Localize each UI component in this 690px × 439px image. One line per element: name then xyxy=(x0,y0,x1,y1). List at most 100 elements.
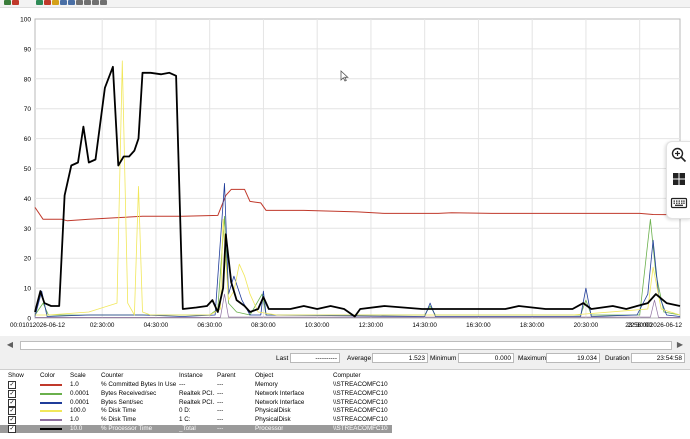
y-tick-label: 80 xyxy=(24,76,32,83)
computer-cell: \\STREACOMFC10 xyxy=(333,381,388,388)
column-header-object[interactable]: Object xyxy=(255,372,273,379)
chart-svg: 010203040506070809010000:01012026-06-12 0… xyxy=(10,17,682,330)
minimum-value: 0.000 xyxy=(458,353,514,363)
counter-cell: % Disk Time xyxy=(101,407,136,415)
parent-cell: --- xyxy=(217,381,224,388)
delete-counter-icon[interactable] xyxy=(44,0,51,5)
parent-cell: --- xyxy=(217,389,224,397)
freeze-display-icon[interactable] xyxy=(92,0,99,5)
y-tick-label: 30 xyxy=(24,226,32,233)
show-checkbox[interactable]: ✓ xyxy=(8,425,16,433)
column-header-counter[interactable]: Counter xyxy=(101,372,123,379)
y-tick-label: 50 xyxy=(24,166,32,173)
average-value: 1.523 xyxy=(372,353,428,363)
time-range-scrollbar[interactable]: ◀ ▶ xyxy=(6,340,684,350)
object-cell: PhysicalDisk xyxy=(255,407,291,415)
column-header-scale[interactable]: Scale xyxy=(70,372,86,379)
paste-counter-list-icon[interactable] xyxy=(68,0,75,5)
x-tick-label: 08:30:00 xyxy=(251,322,276,329)
series-color-swatch xyxy=(40,384,62,386)
properties-icon[interactable] xyxy=(76,0,83,5)
statistics-bar: Last ---------- Average 1.523 Minimum 0.… xyxy=(0,352,690,366)
duration-value: 23:54:58 xyxy=(631,353,685,363)
instance-cell: --- xyxy=(179,381,186,388)
view-current-activity-icon[interactable] xyxy=(4,0,11,5)
x-tick-label: 02:30:00 xyxy=(90,322,115,329)
legend-row[interactable]: ✓ 1.0 % Disk Time 1 C: --- PhysicalDisk \\STRE… xyxy=(0,416,392,425)
y-tick-label: 20 xyxy=(24,256,32,263)
maximum-label: Maximum xyxy=(518,355,547,362)
instance-cell: _Total xyxy=(179,425,196,432)
legend-row[interactable]: ✓ 0.0001 Bytes Sent/sec Realtek PCI... --- Ne… xyxy=(0,398,392,407)
maximum-value: 19.034 xyxy=(546,353,600,363)
x-tick-label: 06:30:00 xyxy=(197,322,222,329)
series-color-swatch xyxy=(40,392,62,395)
x-tick-label: 00:01012026-06-12 xyxy=(10,322,65,329)
zoom-icon[interactable] xyxy=(84,0,91,5)
show-checkbox[interactable]: ✓ xyxy=(8,389,16,398)
performance-graph[interactable]: 0 10 20 30 40 50 60 70 80 90 100 00:01012026-06-12 0… xyxy=(0,8,690,336)
show-checkbox[interactable]: ✓ xyxy=(8,416,16,425)
scrollbar-thumb[interactable] xyxy=(20,341,672,350)
change-graph-type-icon[interactable] xyxy=(12,0,19,5)
y-tick-label: 100 xyxy=(20,17,31,24)
parent-cell: --- xyxy=(217,416,224,424)
counter-legend-table: Show Color Scale Counter Instance Parent… xyxy=(0,369,690,439)
highlight-icon[interactable] xyxy=(52,0,59,5)
series-color-swatch xyxy=(40,419,62,422)
series-color-swatch xyxy=(40,428,62,430)
scale-cell: 10.0 xyxy=(70,425,83,432)
scroll-right-icon[interactable]: ▶ xyxy=(676,340,684,350)
counter-cell: % Disk Time xyxy=(101,416,136,424)
parent-cell: --- xyxy=(217,425,224,432)
add-counter-icon[interactable] xyxy=(36,0,43,5)
scale-cell: 0.0001 xyxy=(70,398,90,406)
scale-cell: 0.0001 xyxy=(70,389,90,397)
legend-row[interactable]: ✓ 10.0 % Processor Time _Total --- Processor \… xyxy=(0,425,392,433)
x-tick-label: 14:30:00 xyxy=(412,322,437,329)
show-checkbox[interactable]: ✓ xyxy=(8,398,16,407)
mouse-cursor-icon xyxy=(340,70,349,82)
computer-cell: \\STREACOMFC10 xyxy=(333,425,388,432)
show-checkbox[interactable]: ✓ xyxy=(8,381,16,389)
counter-cell: Bytes Received/sec xyxy=(101,389,157,397)
instance-cell: Realtek PCI... xyxy=(179,389,215,397)
last-label: Last xyxy=(276,355,289,362)
counter-cell: % Processor Time xyxy=(101,425,153,432)
series-color-swatch xyxy=(40,410,62,413)
column-header-show[interactable]: Show xyxy=(8,372,24,379)
show-checkbox[interactable]: ✓ xyxy=(8,407,16,416)
legend-header: Show Color Scale Counter Instance Parent… xyxy=(0,370,690,380)
computer-cell: \\STREACOMFC10 xyxy=(333,416,388,424)
update-data-icon[interactable] xyxy=(100,0,107,5)
copy-properties-icon[interactable] xyxy=(60,0,67,5)
instance-cell: 1 C: xyxy=(179,416,191,424)
windows-logo-icon[interactable] xyxy=(670,170,688,188)
zoom-in-icon[interactable] xyxy=(670,146,688,164)
counter-cell: Bytes Sent/sec xyxy=(101,398,143,406)
column-header-parent[interactable]: Parent xyxy=(217,372,236,379)
column-header-computer[interactable]: Computer xyxy=(333,372,361,379)
legend-row[interactable]: ✓ 100.0 % Disk Time 0 D: --- PhysicalDisk \\ST… xyxy=(0,407,392,416)
instance-cell: Realtek PCI... xyxy=(179,398,215,406)
last-value: ---------- xyxy=(290,353,340,363)
scale-cell: 1.0 xyxy=(70,416,79,424)
x-tick-label: 16:30:00 xyxy=(466,322,491,329)
y-tick-label: 70 xyxy=(24,106,32,113)
legend-row[interactable]: ✓ 0.0001 Bytes Received/sec Realtek PCI... -… xyxy=(0,389,392,398)
y-tick-label: 60 xyxy=(24,136,32,143)
computer-cell: \\STREACOMFC10 xyxy=(333,389,388,397)
x-tick-label: 10:30:00 xyxy=(305,322,330,329)
object-cell: Network Interface xyxy=(255,389,305,397)
legend-row[interactable]: ✓ 1.0% Committed Bytes In Use --- --- Memory… xyxy=(0,381,392,389)
scroll-left-icon[interactable]: ◀ xyxy=(6,340,14,350)
column-header-color[interactable]: Color xyxy=(40,372,55,379)
x-tick-label: 23:56:002026-06-12 xyxy=(625,322,682,329)
y-tick-label: 40 xyxy=(24,196,32,203)
column-header-instance[interactable]: Instance xyxy=(179,372,203,379)
computer-cell: \\STREACOMFC10 xyxy=(333,407,388,415)
object-cell: PhysicalDisk xyxy=(255,416,291,424)
x-tick-label: 18:30:00 xyxy=(520,322,545,329)
keyboard-icon[interactable] xyxy=(670,194,688,212)
y-tick-label: 90 xyxy=(24,46,32,53)
